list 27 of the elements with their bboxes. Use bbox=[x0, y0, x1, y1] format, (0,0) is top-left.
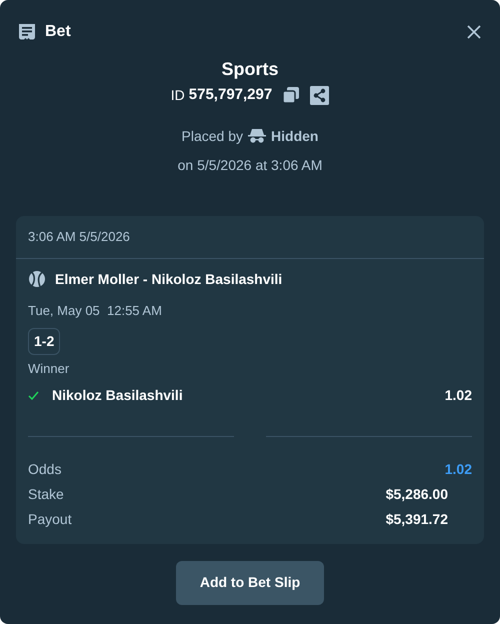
dialog-title: Bet bbox=[45, 22, 71, 42]
bet-timestamp: 3:06 AM 5/5/2026 bbox=[28, 228, 130, 244]
bet-id-label: ID bbox=[170, 86, 185, 105]
total-odds: 1.02 bbox=[444, 460, 472, 478]
placed-by-label: Placed by bbox=[182, 126, 244, 146]
total-label: Odds bbox=[28, 460, 62, 478]
event-start-time: Tue, May 05 12:55 AM bbox=[28, 302, 163, 320]
event-name: Elmer Moller - Nikoloz Basilashvili bbox=[55, 270, 282, 288]
add-to-bet-slip-button[interactable]: Add to Bet Slip bbox=[176, 560, 324, 604]
receipt-icon bbox=[17, 22, 37, 42]
close-icon[interactable] bbox=[465, 23, 483, 41]
total-label: Stake bbox=[28, 484, 64, 504]
placed-date: on 5/5/2026 at 3:06 AM bbox=[178, 156, 322, 174]
selection-odds: 1.02 bbox=[444, 386, 472, 404]
bet-id: 575,797,297 bbox=[188, 85, 272, 105]
bet-category: Sports bbox=[221, 58, 278, 81]
incognito-icon bbox=[248, 129, 266, 143]
market-name: Winner bbox=[28, 360, 70, 378]
copy-icon[interactable] bbox=[282, 86, 300, 104]
total-amount: $5,391.72 bbox=[386, 510, 448, 528]
tennis-ball-icon bbox=[28, 270, 46, 288]
placed-by-user: Hidden bbox=[271, 126, 318, 146]
total-amount: $5,286.00 bbox=[386, 484, 448, 504]
share-icon[interactable] bbox=[310, 86, 330, 105]
total-label: Payout bbox=[28, 510, 72, 529]
score-badge: 1-2 bbox=[28, 328, 60, 355]
selection-name: Nikoloz Basilashvili bbox=[52, 386, 183, 404]
